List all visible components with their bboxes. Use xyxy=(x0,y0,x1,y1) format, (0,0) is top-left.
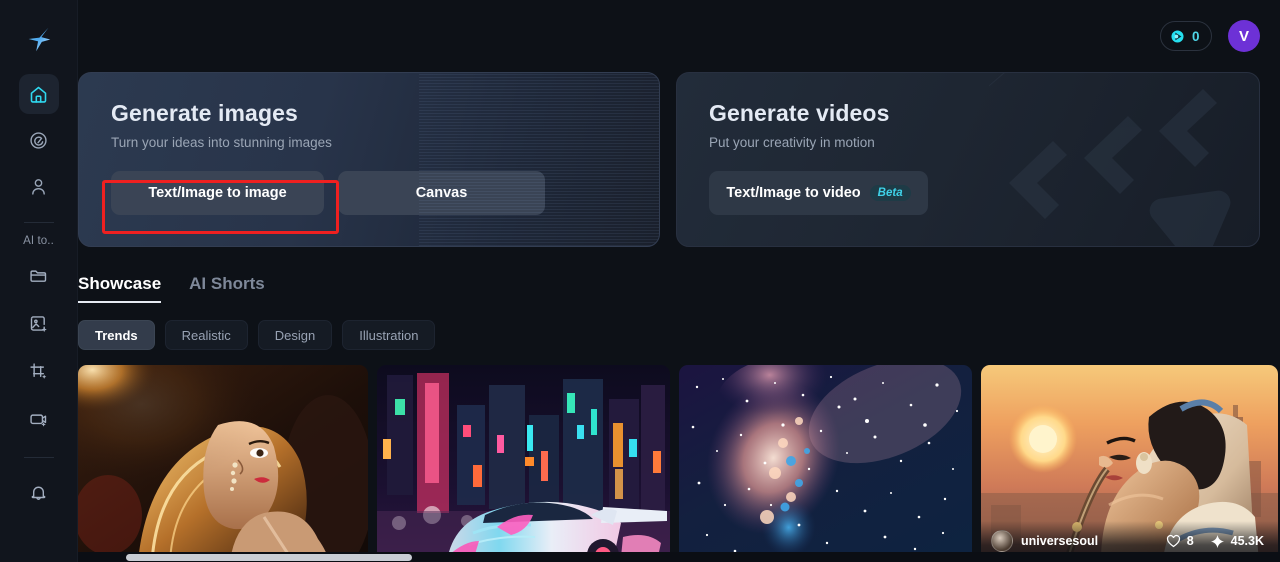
app-root: AI to.. 0 V Generate images Turn your id… xyxy=(0,0,1280,562)
heart-icon xyxy=(1166,534,1180,547)
video-card-decoration xyxy=(989,73,1231,246)
sidebar-item-profile[interactable] xyxy=(19,166,59,206)
generate-videos-subtitle: Put your creativity in motion xyxy=(709,135,875,150)
chip-trends[interactable]: Trends xyxy=(78,320,155,350)
generate-images-title: Generate images xyxy=(111,100,298,126)
gallery-card[interactable] xyxy=(78,365,368,561)
bell-icon xyxy=(31,486,46,500)
tab-ai-shorts[interactable]: AI Shorts xyxy=(189,274,265,303)
chip-realistic[interactable]: Realistic xyxy=(164,320,248,350)
like-count: 8 xyxy=(1186,534,1194,548)
gallery-image-portrait-golden xyxy=(78,365,368,561)
sidebar-tool-image[interactable] xyxy=(19,303,59,343)
generate-videos-card: Generate videos Put your creativity in m… xyxy=(676,72,1260,247)
folder-icon xyxy=(30,269,47,282)
credits-pill[interactable]: 0 xyxy=(1160,21,1212,51)
sidebar-section-label: AI to.. xyxy=(23,235,54,247)
generate-images-actions: Text/Image to image Canvas xyxy=(111,171,659,215)
filter-chips: Trends Realistic Design Illustration xyxy=(78,320,1280,350)
sidebar-tool-expand[interactable] xyxy=(19,351,59,391)
gallery-card[interactable] xyxy=(679,365,972,561)
topbar: 0 V xyxy=(78,0,1280,72)
person-icon xyxy=(32,178,45,195)
credit-coin-icon xyxy=(1171,29,1184,43)
sidebar-item-notifications[interactable] xyxy=(19,472,59,512)
chip-design[interactable]: Design xyxy=(257,320,333,350)
showcase-tabs: Showcase AI Shorts xyxy=(78,274,1280,303)
text-image-to-video-button[interactable]: Text/Image to video Beta xyxy=(709,171,928,215)
canvas-button[interactable]: Canvas xyxy=(338,171,545,215)
sidebar: AI to.. xyxy=(0,0,78,562)
sidebar-divider-bottom xyxy=(23,457,54,458)
gallery-image-neon-city-car xyxy=(377,365,670,561)
views-count: 45.3K xyxy=(1230,534,1264,548)
showcase-gallery: universesoul 8 45.3K xyxy=(78,365,1280,561)
horizontal-scrollbar[interactable] xyxy=(78,552,1280,562)
scrollbar-thumb[interactable] xyxy=(126,554,412,561)
beta-badge: Beta xyxy=(869,185,911,201)
explore-spiral-icon xyxy=(30,131,47,149)
gallery-image-galaxy-nebula xyxy=(679,365,972,561)
tab-showcase[interactable]: Showcase xyxy=(78,274,162,303)
views-stat: 45.3K xyxy=(1210,534,1264,549)
main-content: 0 V Generate images Turn your ideas into… xyxy=(78,0,1280,562)
credits-count: 0 xyxy=(1192,28,1200,44)
generate-images-card: Generate images Turn your ideas into stu… xyxy=(78,72,660,247)
card-texture-scanlines xyxy=(419,73,659,246)
text-image-to-image-button[interactable]: Text/Image to image xyxy=(111,171,324,215)
gallery-card[interactable]: universesoul 8 45.3K xyxy=(981,365,1278,561)
page-body: Generate images Turn your ideas into stu… xyxy=(78,72,1280,561)
like-stat[interactable]: 8 xyxy=(1166,534,1194,549)
generate-videos-actions: Text/Image to video Beta xyxy=(709,171,1259,215)
hero-cards-row: Generate images Turn your ideas into stu… xyxy=(78,72,1280,247)
overlay-avatar[interactable] xyxy=(991,530,1013,552)
sidebar-divider-top xyxy=(23,222,54,223)
sidebar-tool-assets[interactable] xyxy=(19,255,59,295)
video-generate-icon xyxy=(30,413,47,427)
sidebar-item-home[interactable] xyxy=(18,74,59,114)
expand-frame-icon xyxy=(30,362,47,379)
sparkle-icon xyxy=(1210,534,1224,548)
image-enhance-icon xyxy=(30,315,47,332)
home-icon xyxy=(30,86,47,103)
avatar[interactable]: V xyxy=(1228,20,1260,52)
generate-videos-title: Generate videos xyxy=(709,100,890,126)
overlay-stats: 8 45.3K xyxy=(1166,534,1264,549)
sparkle-star-logo-icon[interactable] xyxy=(22,22,56,56)
generate-images-subtitle: Turn your ideas into stunning images xyxy=(111,135,332,150)
text-image-to-video-label: Text/Image to video xyxy=(726,185,861,201)
sidebar-tool-video[interactable] xyxy=(19,399,59,439)
gallery-card[interactable] xyxy=(377,365,670,561)
sidebar-item-explore[interactable] xyxy=(19,120,59,160)
overlay-username[interactable]: universesoul xyxy=(1021,534,1098,548)
chip-illustration[interactable]: Illustration xyxy=(342,320,436,350)
